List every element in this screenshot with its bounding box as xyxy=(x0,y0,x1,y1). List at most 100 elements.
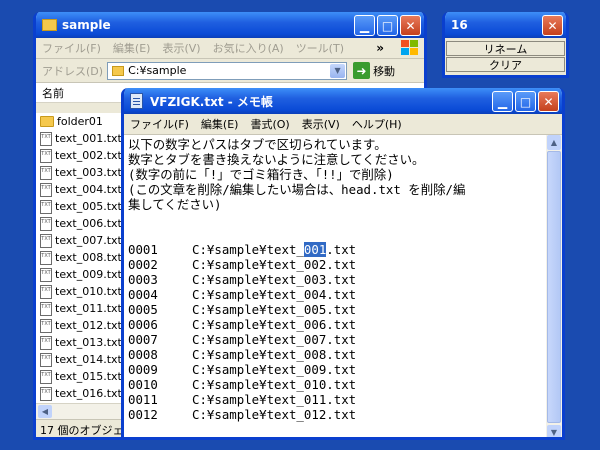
explorer-title: sample xyxy=(62,18,111,32)
clear-button[interactable]: クリア xyxy=(446,57,565,72)
menu-item[interactable]: ファイル(F) xyxy=(36,40,107,56)
list-item[interactable]: TXT text_012.txt xyxy=(36,317,126,334)
list-item[interactable]: TXT text_011.txt xyxy=(36,300,126,317)
close-button[interactable]: ✕ xyxy=(400,15,421,36)
notepad-window: VFZIGK.txt - メモ帳 ▁ □ ✕ ファイル(F) 編集(E) 書式(O)… xyxy=(121,88,565,440)
text-file-icon: TXT xyxy=(40,131,52,146)
scroll-left-icon[interactable]: ◀ xyxy=(38,405,52,418)
file-name: text_016.txt xyxy=(55,387,122,400)
editor-line: 以下の数字とパスはタブで区切られています。 xyxy=(128,137,387,152)
text-file-icon: TXT xyxy=(40,301,52,316)
chevron-down-icon[interactable]: ▼ xyxy=(330,63,346,78)
text-file-icon: TXT xyxy=(40,165,52,180)
text-selection: 001 xyxy=(303,242,327,257)
list-item[interactable]: TXT text_013.txt xyxy=(36,334,126,351)
entry-number: 0009 xyxy=(128,362,158,377)
menu-item[interactable]: ヘルプ(H) xyxy=(346,116,408,132)
list-item[interactable]: TXT text_001.txt xyxy=(36,130,126,147)
text-file-icon: TXT xyxy=(40,182,52,197)
list-item[interactable]: TXT text_008.txt xyxy=(36,249,126,266)
list-item[interactable]: TXT text_006.txt xyxy=(36,215,126,232)
menu-item[interactable]: 書式(O) xyxy=(244,116,295,132)
entry-path: C:¥sample¥text_007.txt xyxy=(192,332,357,347)
address-value: C:¥sample xyxy=(128,64,187,77)
maximize-button[interactable]: □ xyxy=(377,15,398,36)
explorer-titlebar[interactable]: sample ▁ □ ✕ xyxy=(36,12,424,38)
list-item[interactable]: TXT text_003.txt xyxy=(36,164,126,181)
list-item[interactable]: folder01 xyxy=(36,113,126,130)
notepad-menubar: ファイル(F) 編集(E) 書式(O) 表示(V) ヘルプ(H) xyxy=(124,114,562,135)
text-file-icon: TXT xyxy=(40,352,52,367)
text-editor[interactable]: 以下の数字とパスはタブで区切られています。 数字とタブを書き換えないように注意して… xyxy=(124,135,546,437)
entry-path: C:¥sample¥text_ xyxy=(192,242,304,257)
editor-line: 数字とタブを書き換えないように注意してください。 xyxy=(128,152,425,167)
text-file-icon: TXT xyxy=(40,250,52,265)
entry-line: 0006 C:¥sample¥text_006.txt xyxy=(128,317,542,332)
menu-item[interactable]: お気に入り(A) xyxy=(207,40,290,56)
chevron-icon[interactable]: » xyxy=(376,41,384,55)
entry-number: 0011 xyxy=(128,392,158,407)
folder-icon xyxy=(42,19,57,31)
windows-logo-icon xyxy=(401,40,418,55)
file-name: text_014.txt xyxy=(55,353,122,366)
go-button[interactable]: ➜ 移動 xyxy=(353,62,395,79)
text-file-icon: TXT xyxy=(40,233,52,248)
menu-item[interactable]: ファイル(F) xyxy=(124,116,195,132)
explorer-menubar: ファイル(F) 編集(E) 表示(V) お気に入り(A) ツール(T) xyxy=(36,38,424,59)
list-item[interactable]: TXT text_002.txt xyxy=(36,147,126,164)
address-bar: アドレス(D) C:¥sample ▼ ➜ 移動 xyxy=(36,59,424,83)
scroll-down-icon[interactable]: ▼ xyxy=(547,425,561,437)
menu-item[interactable]: 編集(E) xyxy=(195,116,245,132)
entry-number: 0005 xyxy=(128,302,158,317)
entry-path: C:¥sample¥text_002.txt xyxy=(192,257,357,272)
close-button[interactable]: ✕ xyxy=(542,15,563,36)
entry-line: 0010 C:¥sample¥text_010.txt xyxy=(128,377,542,392)
text-file-icon: TXT xyxy=(40,386,52,401)
editor-line: 集してください) xyxy=(128,197,222,212)
minimize-button[interactable]: ▁ xyxy=(354,15,375,36)
list-item[interactable]: TXT text_007.txt xyxy=(36,232,126,249)
entry-number: 0006 xyxy=(128,317,158,332)
scroll-thumb[interactable] xyxy=(547,151,561,423)
entry-path: C:¥sample¥text_003.txt xyxy=(192,272,357,287)
list-item[interactable]: TXT text_004.txt xyxy=(36,181,126,198)
menu-item[interactable]: 表示(V) xyxy=(156,40,206,56)
maximize-button[interactable]: □ xyxy=(515,91,536,112)
entry-number: 0002 xyxy=(128,257,158,272)
file-name: text_007.txt xyxy=(55,234,122,247)
text-file-icon: TXT xyxy=(40,318,52,333)
notepad-titlebar[interactable]: VFZIGK.txt - メモ帳 ▁ □ ✕ xyxy=(124,88,562,114)
close-button[interactable]: ✕ xyxy=(538,91,559,112)
list-item[interactable]: TXT text_010.txt xyxy=(36,283,126,300)
list-item[interactable]: TXT text_014.txt xyxy=(36,351,126,368)
entry-line: 0012 C:¥sample¥text_012.txt xyxy=(128,407,542,422)
list-item[interactable]: TXT text_009.txt xyxy=(36,266,126,283)
minimize-button[interactable]: ▁ xyxy=(492,91,513,112)
menu-item[interactable]: 編集(E) xyxy=(107,40,157,56)
entry-line: 0007 C:¥sample¥text_007.txt xyxy=(128,332,542,347)
text-file-icon: TXT xyxy=(40,335,52,350)
vertical-scrollbar[interactable]: ▲ ▼ xyxy=(546,135,562,437)
menu-item[interactable]: 表示(V) xyxy=(296,116,346,132)
entry-number: 0007 xyxy=(128,332,158,347)
entry-line: 0002 C:¥sample¥text_002.txt xyxy=(128,257,542,272)
scroll-up-icon[interactable]: ▲ xyxy=(547,135,561,150)
entry-path: C:¥sample¥text_011.txt xyxy=(192,392,357,407)
rename-button[interactable]: リネーム xyxy=(446,41,565,56)
file-name: text_015.txt xyxy=(55,370,122,383)
tool-titlebar[interactable]: 16 ✕ xyxy=(445,12,566,38)
entry-line: 0001 C:¥sample¥text_001.txt xyxy=(128,242,542,257)
address-label: アドレス(D) xyxy=(42,64,104,78)
entry-line: 0011 C:¥sample¥text_011.txt xyxy=(128,392,542,407)
horizontal-scrollbar[interactable]: ◀ xyxy=(36,403,126,419)
menu-item[interactable]: ツール(T) xyxy=(290,40,350,56)
entry-path: C:¥sample¥text_008.txt xyxy=(192,347,357,362)
text-file-icon: TXT xyxy=(40,284,52,299)
list-item[interactable]: TXT text_015.txt xyxy=(36,368,126,385)
editor-line: (数字の前に「!」でゴミ箱行き、「!!」で削除) xyxy=(128,167,394,182)
address-input[interactable]: C:¥sample ▼ xyxy=(107,61,348,80)
list-item[interactable]: TXT text_016.txt xyxy=(36,385,126,402)
notepad-title: VFZIGK.txt - メモ帳 xyxy=(150,94,273,109)
list-item[interactable]: TXT text_005.txt xyxy=(36,198,126,215)
column-header-label: 名前 xyxy=(42,86,64,100)
